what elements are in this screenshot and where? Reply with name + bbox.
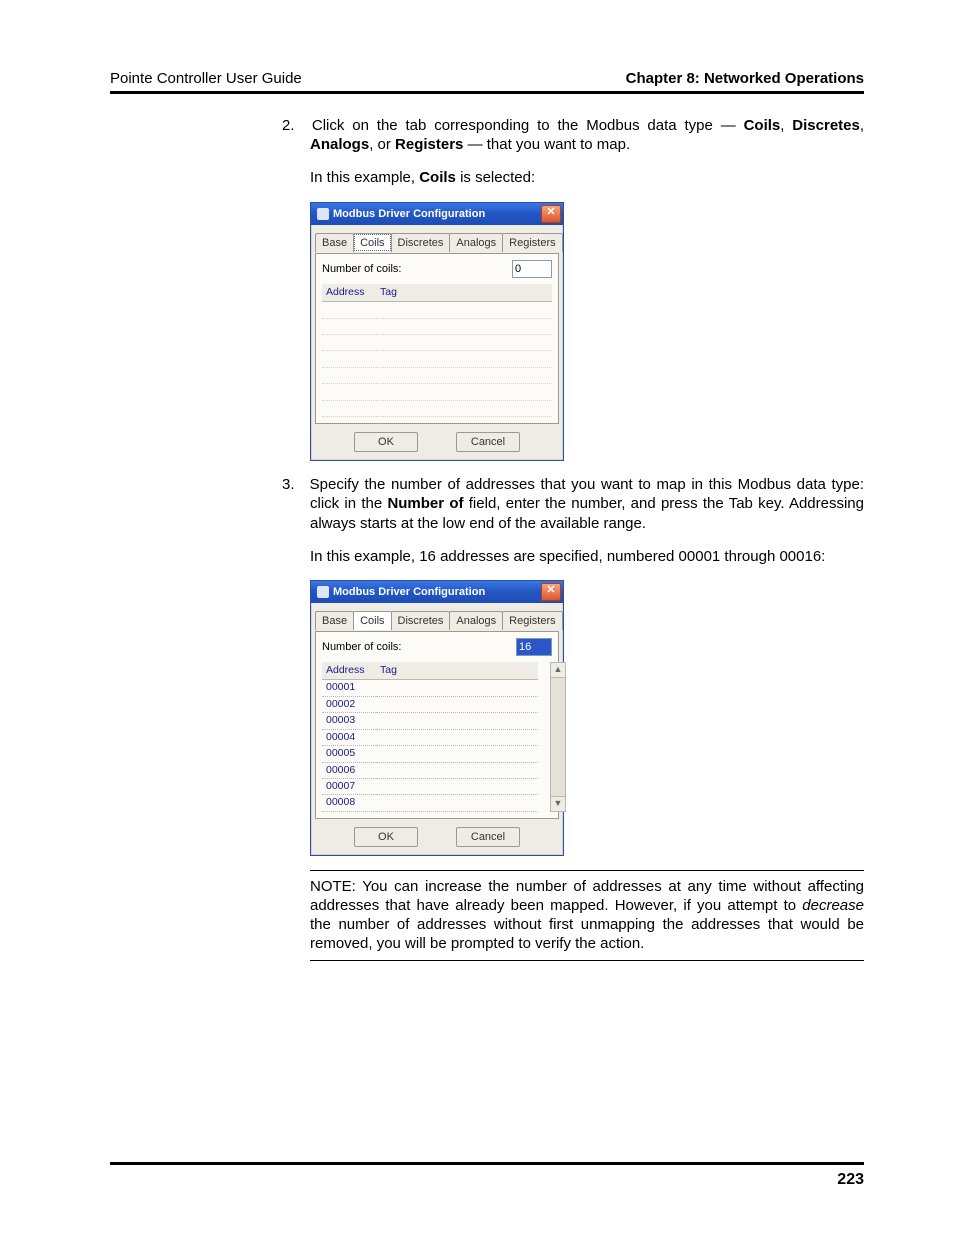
note-text-b: the number of addresses without first un… [310,916,864,952]
number-of-input[interactable] [512,260,552,278]
tab-coils[interactable]: Coils [353,611,391,630]
step-2-number: 2. [282,116,304,135]
step-2-follow: In this example, Coils is selected: [310,168,864,187]
col-tag: Tag [376,284,552,302]
dialog-modbus-1: Modbus Driver Configuration ✕ Base Coils… [310,202,564,462]
step-3-number: 3. [282,475,304,494]
step-2-text-a: Click on the tab corresponding to the Mo… [312,117,744,134]
dialog-title: Modbus Driver Configuration [333,207,485,221]
table-row: 00003 [322,713,538,729]
col-address: Address [322,284,376,302]
dialog-tabs-2: Base Coils Discretes Analogs Registers [315,607,559,630]
scroll-down-icon[interactable]: ▼ [551,796,565,811]
step-2-bold-registers: Registers [395,136,463,153]
note-box: NOTE: You can increase the number of add… [310,870,864,961]
cancel-button[interactable]: Cancel [456,827,520,847]
step-2-bold-analogs: Analogs [310,136,369,153]
dialog-modbus-2: Modbus Driver Configuration ✕ Base Coils… [310,580,564,856]
table-row: 00004 [322,729,538,745]
dialog-tabs: Base Coils Discretes Analogs Registers [315,229,559,252]
tab-analogs[interactable]: Analogs [449,233,503,252]
header-right: Chapter 8: Networked Operations [626,70,864,87]
ok-button[interactable]: OK [354,827,418,847]
close-icon[interactable]: ✕ [541,583,561,601]
ok-button[interactable]: OK [354,432,418,452]
table-row: 00001 [322,680,538,696]
header-rule [110,91,864,94]
tab-coils[interactable]: Coils [353,233,391,252]
step-3: 3. Specify the number of addresses that … [310,475,864,533]
scroll-up-icon[interactable]: ▲ [551,663,565,678]
header-left: Pointe Controller User Guide [110,70,302,87]
tab-discretes[interactable]: Discretes [391,233,451,252]
tab-base[interactable]: Base [315,233,354,252]
tab-discretes[interactable]: Discretes [391,611,451,630]
col-tag: Tag [376,662,538,680]
tab-analogs[interactable]: Analogs [449,611,503,630]
step-2-bold-discretes: Discretes [792,117,860,134]
dialog-titlebar[interactable]: Modbus Driver Configuration ✕ [311,203,563,225]
scrollbar[interactable]: ▲ ▼ [550,662,566,812]
table-row: 00002 [322,696,538,712]
number-of-input-2[interactable] [516,638,552,656]
page-header: Pointe Controller User Guide Chapter 8: … [110,70,864,91]
app-icon [317,208,329,220]
note-text-a: NOTE: You can increase the number of add… [310,878,864,914]
table-row: 00007 [322,779,538,795]
dialog-titlebar-2[interactable]: Modbus Driver Configuration ✕ [311,581,563,603]
cancel-button[interactable]: Cancel [456,432,520,452]
table-row: 00005 [322,746,538,762]
step-3-follow: In this example, 16 addresses are specif… [310,547,864,566]
address-table[interactable]: Address Tag 00001 00002 00003 00004 0000… [322,662,538,812]
table-row: 00008 [322,795,538,811]
page-number: 223 [837,1171,864,1189]
tab-registers[interactable]: Registers [502,233,562,252]
number-of-label: Number of coils: [322,262,401,276]
note-text-italic: decrease [802,897,864,914]
tab-base[interactable]: Base [315,611,354,630]
table-row: 00006 [322,762,538,778]
col-address: Address [322,662,376,680]
number-of-label-2: Number of coils: [322,640,401,654]
step-3-bold-number-of: Number of [387,495,463,512]
dialog-title-2: Modbus Driver Configuration [333,585,485,599]
address-table-empty: Address Tag .. .. .. .. .. .. .. [322,284,552,418]
footer-rule [110,1162,864,1165]
app-icon [317,586,329,598]
close-icon[interactable]: ✕ [541,205,561,223]
tab-registers[interactable]: Registers [502,611,562,630]
step-2-bold-coils: Coils [744,117,781,134]
step-2: 2. Click on the tab corresponding to the… [310,116,864,154]
